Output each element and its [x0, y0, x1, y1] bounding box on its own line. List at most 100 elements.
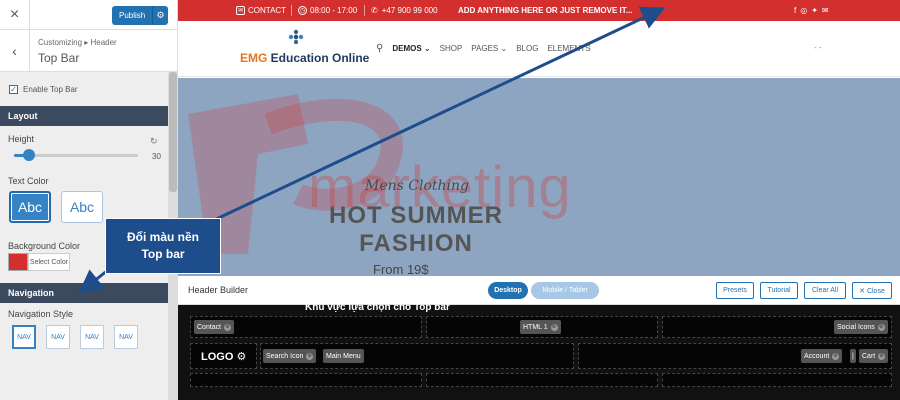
nav-item-demos[interactable]: DEMOS ⌄ [392, 44, 430, 53]
height-slider-handle[interactable] [22, 149, 35, 161]
builder-item-html-1-label: HTML 1 [523, 323, 548, 331]
builder-item-social-icons[interactable]: Social Icons ⚙ [834, 320, 888, 334]
topbar-message: ADD ANYTHING HERE OR JUST REMOVE IT... [458, 6, 633, 15]
nav-item-elements[interactable]: ELEMENTS [547, 44, 590, 53]
height-slider-row: ↻ 30 [0, 136, 177, 166]
tutorial-button[interactable]: Tutorial [760, 282, 798, 299]
back-icon[interactable]: ‹ [0, 30, 30, 72]
customizer-topbar: × Publish ⚙ [0, 0, 177, 30]
main-nav: ⚲ DEMOS ⌄ SHOP PAGES ⌄ BLOG ELEMENTS [376, 43, 591, 54]
height-value: 30 [152, 152, 161, 161]
gear-icon[interactable]: ⚙ [832, 352, 840, 360]
bottom-bar-zone-center[interactable] [426, 373, 658, 387]
builder-item-logo-label: LOGO [201, 351, 234, 363]
gear-icon[interactable]: ⚙ [877, 323, 885, 331]
nav-style-option-1[interactable]: NAV [12, 325, 36, 349]
hero-price: From 19$ [373, 262, 429, 276]
nav-style-option-4[interactable]: NAV [114, 325, 138, 349]
site-logo-text[interactable]: EMG Education Online [240, 51, 369, 65]
mail-icon: ✉ [236, 6, 245, 15]
customizer-sidebar: × Publish ⚙ ‹ Customizing ▸ Header Top B… [0, 0, 178, 400]
builder-item-cart-label: Cart [862, 352, 876, 360]
clear-all-button[interactable]: Clear All [804, 282, 846, 299]
instagram-icon[interactable]: ◎ [800, 6, 807, 15]
enable-top-bar-checkbox[interactable]: ✓ [9, 84, 18, 94]
enable-top-bar-row[interactable]: ✓ Enable Top Bar [0, 72, 177, 106]
topbar-social-icons: f ◎ ✦ ✉ [794, 0, 829, 21]
gear-icon[interactable]: ⚙ [236, 351, 246, 363]
nav-item-blog[interactable]: BLOG [516, 44, 538, 53]
nav-style-option-2[interactable]: NAV [46, 325, 70, 349]
top-bar-zone-annotation: Khu vực lựa chọn cho Top bar [305, 302, 450, 313]
nav-item-pages-label: PAGES [471, 44, 499, 53]
gear-icon[interactable]: ⚙ [152, 6, 168, 25]
presets-button[interactable]: Presets [716, 282, 754, 299]
builder-item-contact[interactable]: Contact ⚙ [194, 320, 235, 334]
nav-style-option-3[interactable]: NAV [80, 325, 104, 349]
hero-script-text: Mens Clothing [365, 178, 469, 194]
facebook-icon[interactable]: f [794, 6, 796, 15]
gear-icon[interactable]: ⚙ [550, 323, 558, 331]
enable-top-bar-label: Enable Top Bar [23, 84, 78, 94]
mail-icon[interactable]: ✉ [822, 6, 829, 15]
main-header-zone-right[interactable] [578, 343, 892, 369]
nav-item-shop[interactable]: SHOP [440, 44, 463, 53]
publish-button[interactable]: Publish ⚙ [112, 6, 168, 25]
text-color-option-light[interactable]: Abc [61, 191, 103, 223]
builder-item-main-menu[interactable]: Main Menu [323, 349, 364, 363]
callout-line-2: Top bar [141, 247, 185, 261]
clock-icon: ◷ [298, 6, 307, 15]
navigation-heading: Navigation [0, 283, 177, 303]
builder-item-search-icon[interactable]: Search Icon ⚙ [263, 349, 317, 363]
builder-item-contact-label: Contact [197, 323, 222, 331]
close-button[interactable]: ✕ Close [852, 282, 892, 299]
gear-icon[interactable]: ⚙ [306, 352, 314, 360]
builder-item-html-1[interactable]: HTML 1 ⚙ [520, 320, 561, 334]
bottom-bar-zone-left[interactable] [190, 373, 422, 387]
hero-headline: HOT SUMMER FASHION [316, 202, 516, 257]
builder-item-search-icon-label: Search Icon [266, 352, 304, 360]
topbar-phone-text: +47 900 99 000 [381, 6, 438, 15]
hero-banner: marketing Mens Clothing HOT SUMMER FASHI… [178, 78, 900, 276]
chevron-down-icon: ⌄ [500, 44, 508, 53]
topbar-phone[interactable]: ✆ +47 900 99 000 [371, 0, 438, 21]
gear-icon[interactable]: ⚙ [224, 323, 232, 331]
bottom-bar-zone-right[interactable] [662, 373, 892, 387]
nav-style-options: NAV NAV NAV NAV [0, 325, 177, 365]
twitter-icon[interactable]: ✦ [811, 6, 818, 15]
hero-headline-line-1: HOT SUMMER [329, 202, 503, 229]
section-header: ‹ Customizing ▸ Header Top Bar [0, 30, 177, 72]
builder-item-logo[interactable]: LOGO ⚙ [201, 350, 246, 363]
nav-item-pages[interactable]: PAGES ⌄ [471, 44, 507, 53]
nav-style-label: Navigation Style [8, 309, 74, 319]
header-builder: Header Builder Desktop Mobile / Tablet P… [178, 276, 900, 400]
builder-item-separator[interactable]: | [850, 349, 856, 363]
topbar-contact[interactable]: ✉ CONTACT [236, 0, 286, 21]
phone-icon: ✆ [371, 6, 378, 15]
header-placeholders: - - [814, 43, 822, 52]
nav-item-demos-label: DEMOS [392, 44, 422, 53]
topbar-divider [291, 5, 292, 16]
gear-icon[interactable]: ⚙ [878, 352, 886, 360]
builder-item-cart[interactable]: Cart ⚙ [859, 349, 889, 363]
annotation-callout: Đổi màu nền Top bar [105, 218, 221, 274]
builder-item-main-menu-label: Main Menu [326, 352, 361, 360]
sidebar-scrollbar-thumb[interactable] [169, 72, 177, 192]
bg-color-swatch[interactable] [8, 253, 28, 271]
logo-text-emg: EMG [240, 51, 268, 65]
callout-line-1: Đổi màu nền [126, 229, 199, 244]
header-builder-title: Header Builder [188, 285, 249, 295]
builder-item-account[interactable]: Account ⚙ [801, 349, 843, 363]
tab-mobile-tablet[interactable]: Mobile / Tablet [531, 282, 599, 299]
logo-icon [288, 29, 304, 45]
search-icon[interactable]: ⚲ [376, 43, 383, 54]
top-bar[interactable]: ✉ CONTACT ◷ 08:00 - 17:00 ✆ +47 900 99 0… [178, 0, 900, 21]
tab-desktop[interactable]: Desktop [488, 282, 528, 299]
text-color-option-dark[interactable]: Abc [9, 191, 51, 223]
builder-item-account-label: Account [804, 352, 830, 360]
select-color-button[interactable]: Select Color [28, 253, 70, 271]
layout-heading: Layout [0, 106, 177, 126]
publish-label: Publish [119, 11, 146, 20]
reset-icon[interactable]: ↻ [150, 136, 158, 147]
close-icon[interactable]: × [0, 0, 30, 30]
